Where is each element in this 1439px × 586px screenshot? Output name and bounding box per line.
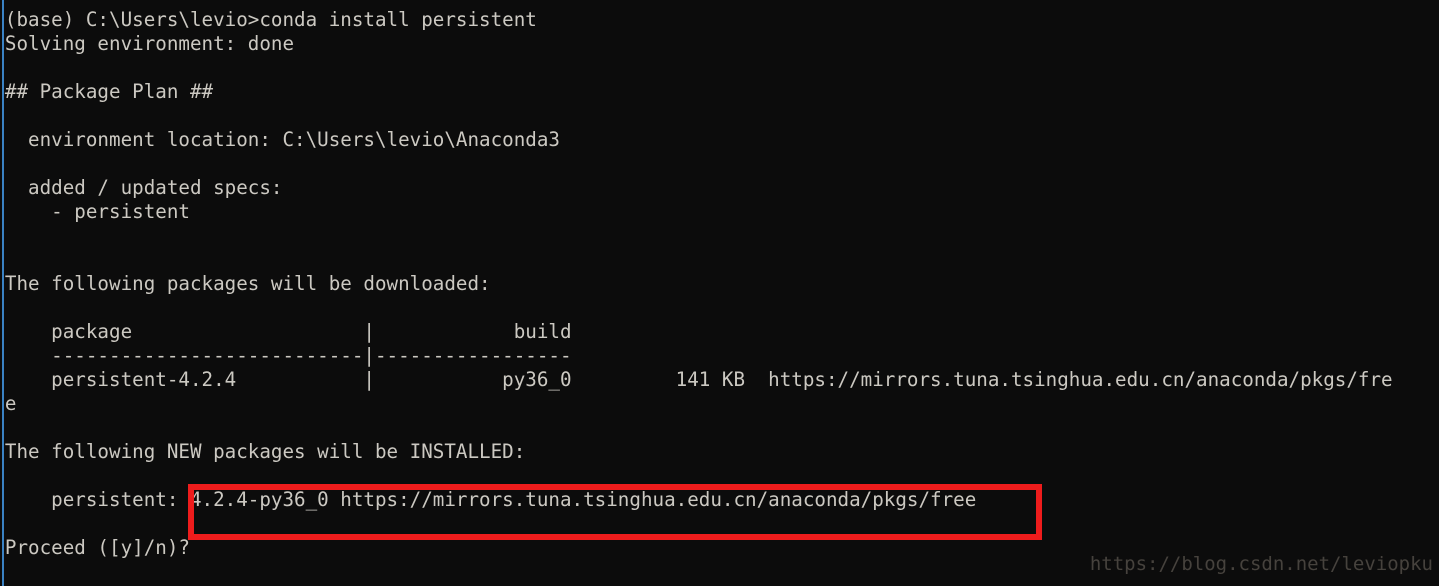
terminal-window[interactable]: (base) C:\Users\levio>conda install pers…: [0, 0, 1439, 586]
terminal-line-environment-location: environment location: C:\Users\levio\Ana…: [4, 128, 561, 151]
package-table-row-wrap: e: [4, 392, 17, 415]
terminal-line-download-header: The following packages will be downloade…: [4, 272, 491, 295]
terminal-line-package-plan-header: ## Package Plan ##: [4, 80, 214, 103]
terminal-line-added-updated-specs: added / updated specs:: [4, 176, 283, 199]
terminal-line-install-header: The following NEW packages will be INSTA…: [4, 440, 526, 463]
terminal-output[interactable]: (base) C:\Users\levio>conda install pers…: [0, 0, 1439, 586]
watermark-text: https://blog.csdn.net/leviopku: [1089, 553, 1433, 575]
package-table-divider: ---------------------------|------------…: [4, 344, 572, 367]
package-table-row: persistent-4.2.4 | py36_0 141 KB https:/…: [4, 368, 1393, 391]
package-table-header: package | build: [4, 320, 572, 343]
terminal-line-installed-package: persistent: 4.2.4-py36_0 https://mirrors…: [4, 488, 977, 511]
terminal-line-spec-persistent: - persistent: [4, 200, 190, 223]
terminal-line-solving-environment: Solving environment: done: [4, 32, 295, 55]
terminal-line-prompt-command: (base) C:\Users\levio>conda install pers…: [4, 8, 537, 31]
